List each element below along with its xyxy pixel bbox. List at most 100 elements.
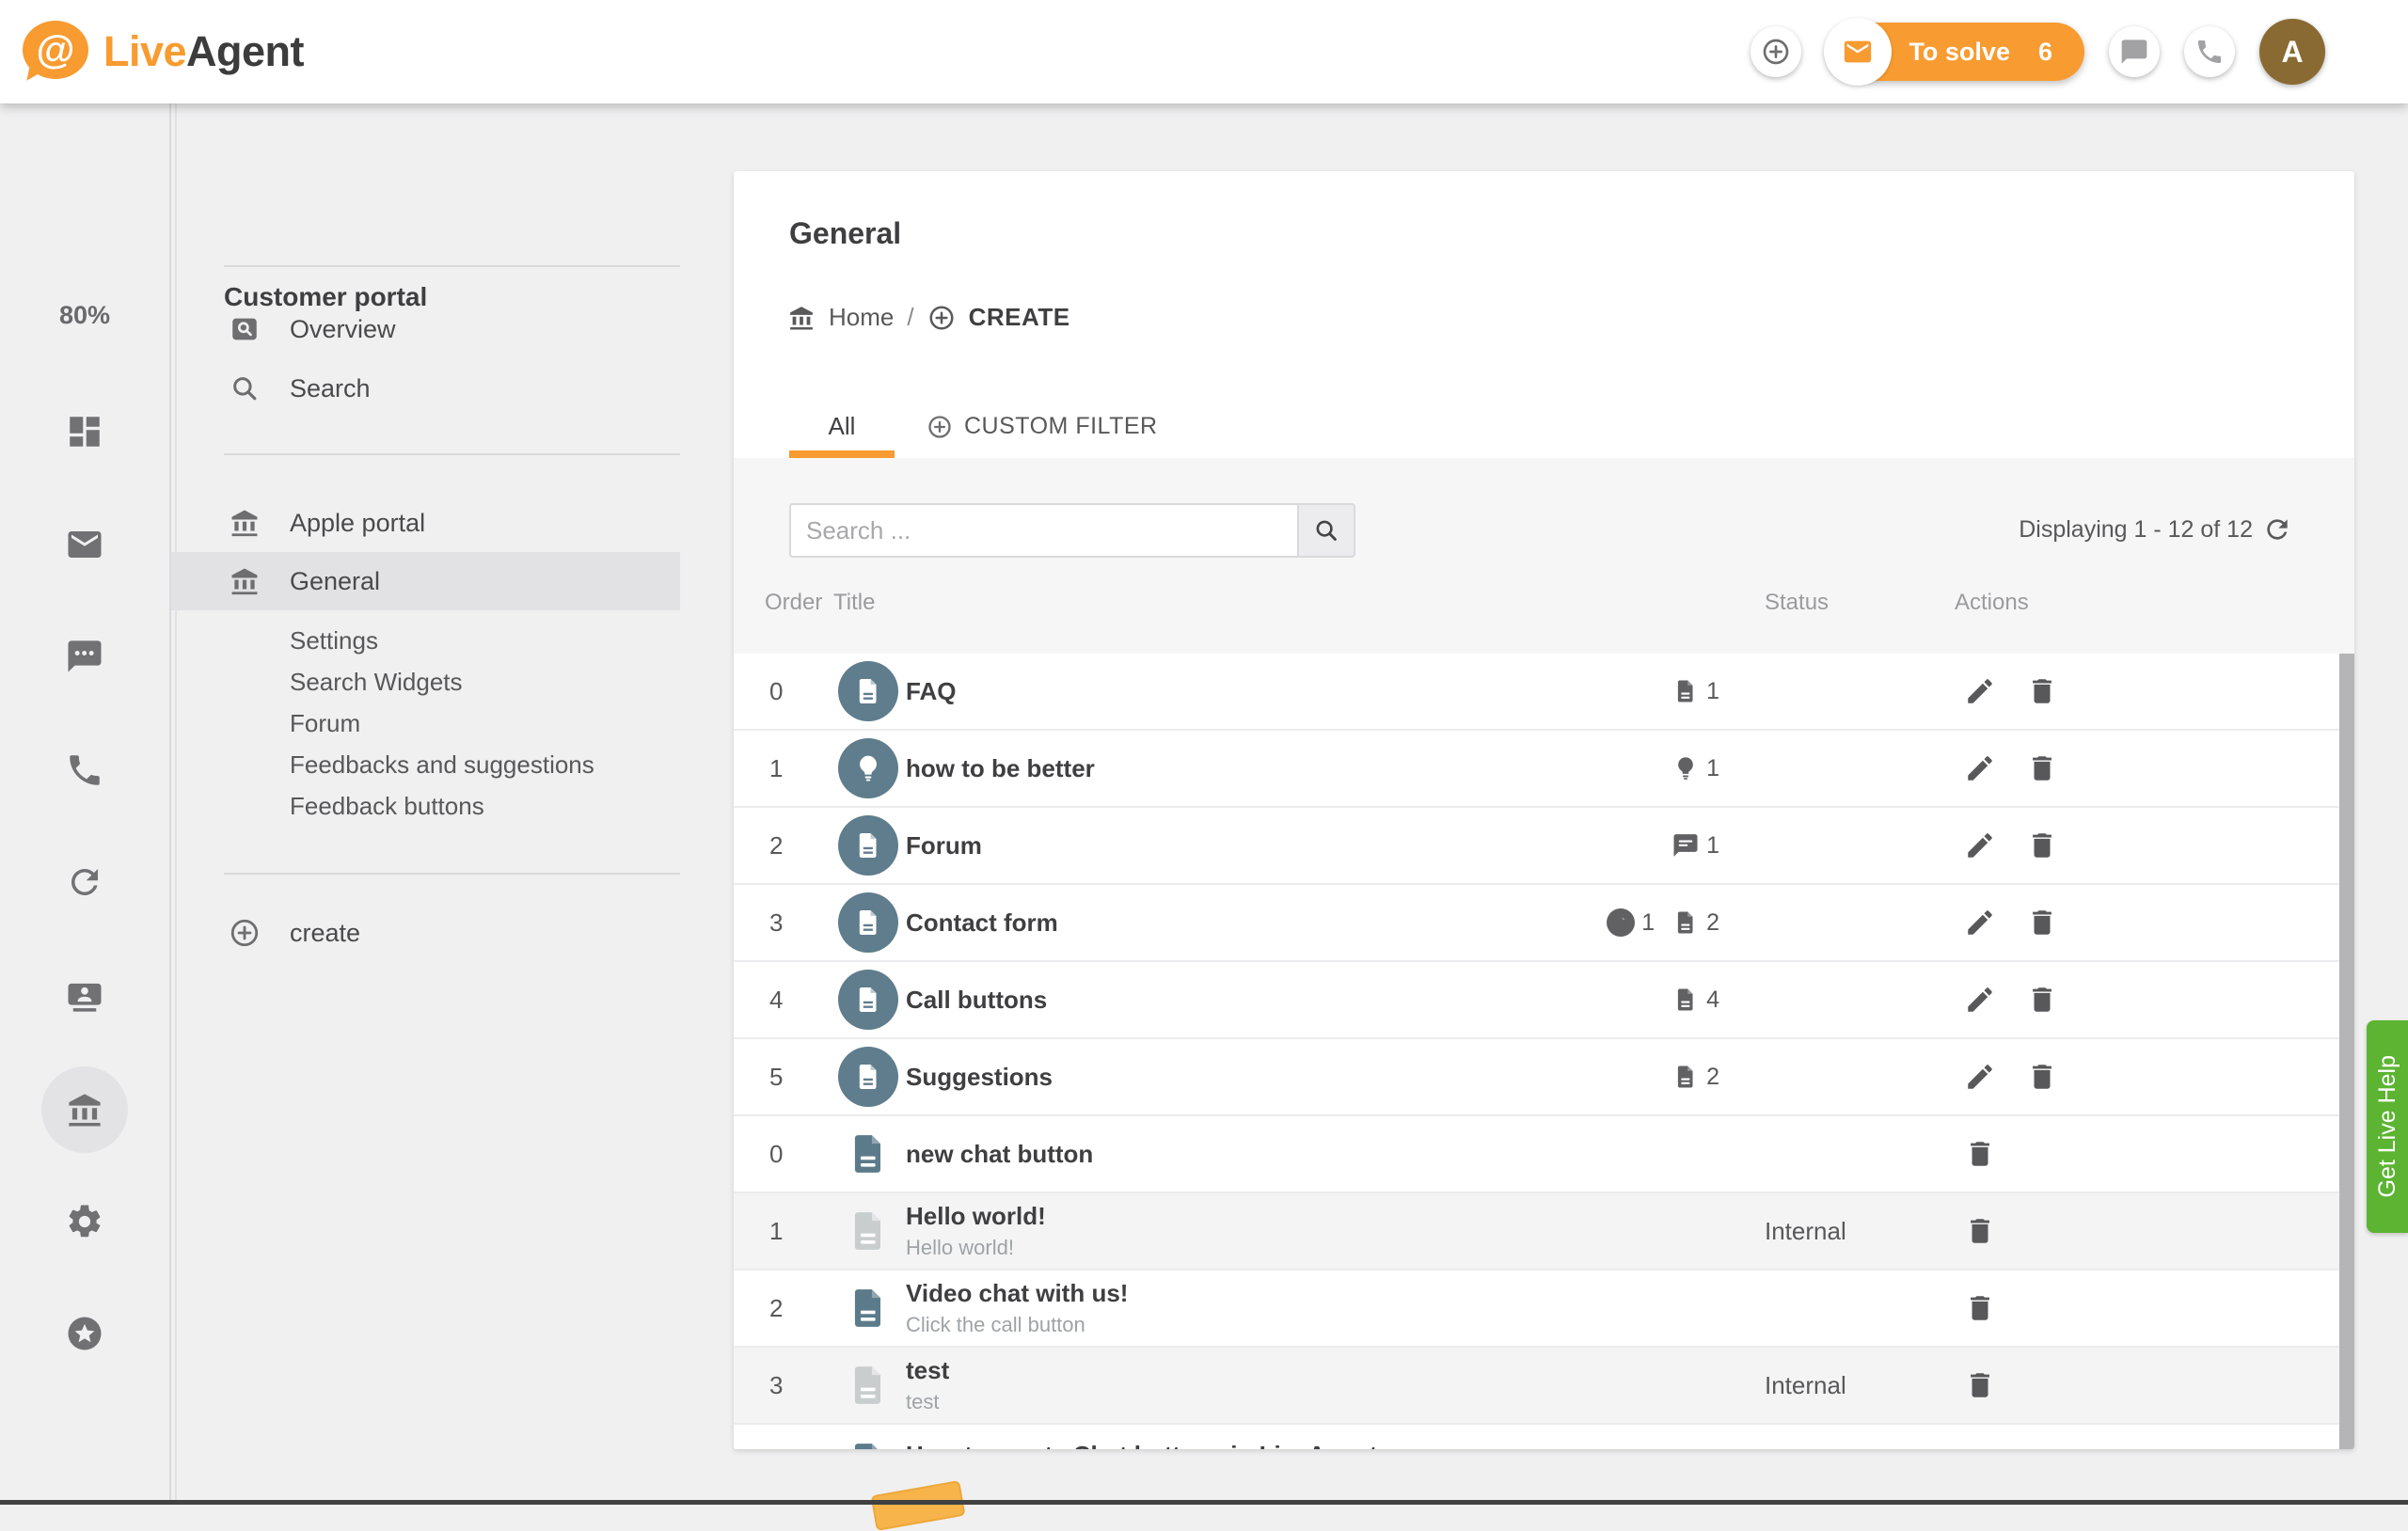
- tab-custom-filter[interactable]: CUSTOM FILTER: [927, 402, 1158, 450]
- row-actions: [1964, 885, 2064, 960]
- table-row[interactable]: 4How to create Chat buttons in LiveAgent: [734, 1425, 2339, 1449]
- breadcrumb-home[interactable]: Home: [829, 303, 894, 332]
- search-input[interactable]: [789, 503, 1297, 558]
- document-icon: [852, 907, 884, 939]
- sidebar-item-apple-portal[interactable]: Apple portal: [171, 494, 680, 552]
- to-solve-count: 6: [2038, 38, 2052, 67]
- delete-button[interactable]: [1964, 1212, 2002, 1250]
- row-titles: Call buttons: [906, 962, 1047, 1037]
- pencil-icon: [1964, 1061, 1996, 1093]
- rail-item-tickets[interactable]: [47, 507, 122, 582]
- delete-button[interactable]: [1964, 1135, 2002, 1173]
- chats-button[interactable]: [2109, 26, 2160, 77]
- rail-item-contacts[interactable]: [47, 958, 122, 1034]
- delete-button[interactable]: [2026, 981, 2064, 1018]
- row-actions: [1964, 1039, 2064, 1114]
- table-row[interactable]: 0FAQ1: [734, 654, 2339, 731]
- row-order: 2: [769, 1271, 783, 1346]
- list-refresh-button[interactable]: [2262, 513, 2296, 546]
- rail-item-dashboard[interactable]: [47, 394, 122, 469]
- table-row[interactable]: 0new chat button: [734, 1116, 2339, 1193]
- table-row[interactable]: 2Forum1: [734, 808, 2339, 885]
- table-row[interactable]: 3testtestInternal: [734, 1348, 2339, 1425]
- row-type-icon: [837, 1271, 899, 1346]
- tab-bar: All CUSTOM FILTER: [734, 402, 2354, 458]
- table-row[interactable]: 3Contact form12: [734, 885, 2339, 962]
- table-row[interactable]: 5Suggestions2: [734, 1039, 2339, 1116]
- bulb-icon: [1671, 754, 1700, 782]
- liveagent-logo[interactable]: @ LiveAgent: [21, 21, 304, 83]
- document-icon: [844, 1126, 893, 1182]
- phone-icon: [2194, 37, 2225, 67]
- row-type-icon: [837, 962, 899, 1037]
- row-actions: [1964, 1271, 2002, 1346]
- edit-button[interactable]: [1964, 904, 2002, 941]
- edit-button[interactable]: [1964, 672, 2002, 710]
- row-titles: Forum: [906, 808, 982, 883]
- rail-item-recent[interactable]: [47, 844, 122, 920]
- to-solve-button[interactable]: To solve 6: [1826, 23, 2084, 81]
- sidebar-item-forum[interactable]: Forum: [290, 702, 360, 744]
- document-icon: [852, 829, 884, 861]
- sidebar-item-feedback-buttons[interactable]: Feedback buttons: [290, 785, 484, 827]
- doc-badge-icon: [838, 815, 898, 876]
- tab-all[interactable]: All: [789, 402, 895, 450]
- gear-icon: [65, 1202, 104, 1241]
- row-title: Suggestions: [906, 1063, 1053, 1092]
- status-item: 1: [1607, 908, 1655, 937]
- delete-button[interactable]: [2026, 827, 2064, 864]
- row-type-icon: [837, 885, 899, 960]
- get-live-help-tab[interactable]: Get Live Help: [2367, 1020, 2408, 1233]
- row-order: 2: [769, 808, 783, 883]
- row-order: 1: [769, 731, 783, 806]
- search-button[interactable]: [1297, 503, 1355, 558]
- rail-item-calls[interactable]: [47, 733, 122, 808]
- table-row[interactable]: 4Call buttons4: [734, 962, 2339, 1039]
- rail-item-star[interactable]: [47, 1296, 122, 1371]
- breadcrumb-create[interactable]: CREATE: [969, 303, 1070, 332]
- sidebar-item-search[interactable]: Search: [171, 359, 680, 418]
- delete-button[interactable]: [2026, 1058, 2064, 1096]
- delete-button[interactable]: [2026, 904, 2064, 941]
- displaying-count: Displaying 1 - 12 of 12: [2019, 516, 2253, 544]
- document-badge-icon: [1607, 908, 1635, 937]
- status-item: 4: [1671, 986, 1719, 1014]
- rail-item-settings[interactable]: [47, 1184, 122, 1259]
- sidebar-item-general[interactable]: General: [171, 552, 680, 610]
- rail-item-customer-portal[interactable]: [41, 1066, 128, 1153]
- sidebar-item-search-widgets[interactable]: Search Widgets: [290, 661, 463, 702]
- doc-badge-icon: [838, 892, 898, 953]
- calls-button[interactable]: [2184, 26, 2235, 77]
- avatar[interactable]: A: [2259, 19, 2325, 85]
- row-titles: how to be better: [906, 731, 1095, 806]
- rail-item-chats[interactable]: [47, 619, 122, 694]
- sidebar-item-settings[interactable]: Settings: [290, 620, 378, 661]
- delete-button[interactable]: [2026, 672, 2064, 710]
- row-title: How to create Chat buttons in LiveAgent: [906, 1441, 1564, 1450]
- delete-button[interactable]: [2026, 750, 2064, 787]
- table-row[interactable]: 1how to be better1: [734, 731, 2339, 808]
- sidebar-item-create[interactable]: create: [171, 904, 680, 962]
- delete-button[interactable]: [1964, 1444, 2002, 1449]
- row-type-icon: [837, 808, 899, 883]
- mail-icon: [65, 525, 104, 564]
- pencil-icon: [1964, 984, 1996, 1016]
- delete-button[interactable]: [1964, 1289, 2002, 1327]
- edit-button[interactable]: [1964, 981, 2002, 1018]
- add-button[interactable]: [1751, 26, 1801, 77]
- active-tab-underline: [789, 450, 895, 458]
- document-icon: [844, 1357, 893, 1413]
- delete-button[interactable]: [1964, 1366, 2002, 1404]
- edit-button[interactable]: [1964, 1058, 2002, 1096]
- edit-button[interactable]: [1964, 750, 2002, 787]
- table-row[interactable]: 2Video chat with us!Click the call butto…: [734, 1271, 2339, 1348]
- sidebar-item-overview[interactable]: Overview: [171, 300, 680, 358]
- table-scrollbar[interactable]: [2339, 654, 2354, 1449]
- sidebar-item-feedbacks[interactable]: Feedbacks and suggestions: [290, 744, 594, 785]
- scrollbar-thumb[interactable]: [2339, 654, 2354, 1449]
- row-actions: [1964, 1348, 2002, 1423]
- row-type-icon: [837, 731, 899, 806]
- edit-button[interactable]: [1964, 827, 2002, 864]
- table-row[interactable]: 1Hello world!Hello world!Internal: [734, 1193, 2339, 1271]
- chat-bubble-icon: [2119, 37, 2149, 67]
